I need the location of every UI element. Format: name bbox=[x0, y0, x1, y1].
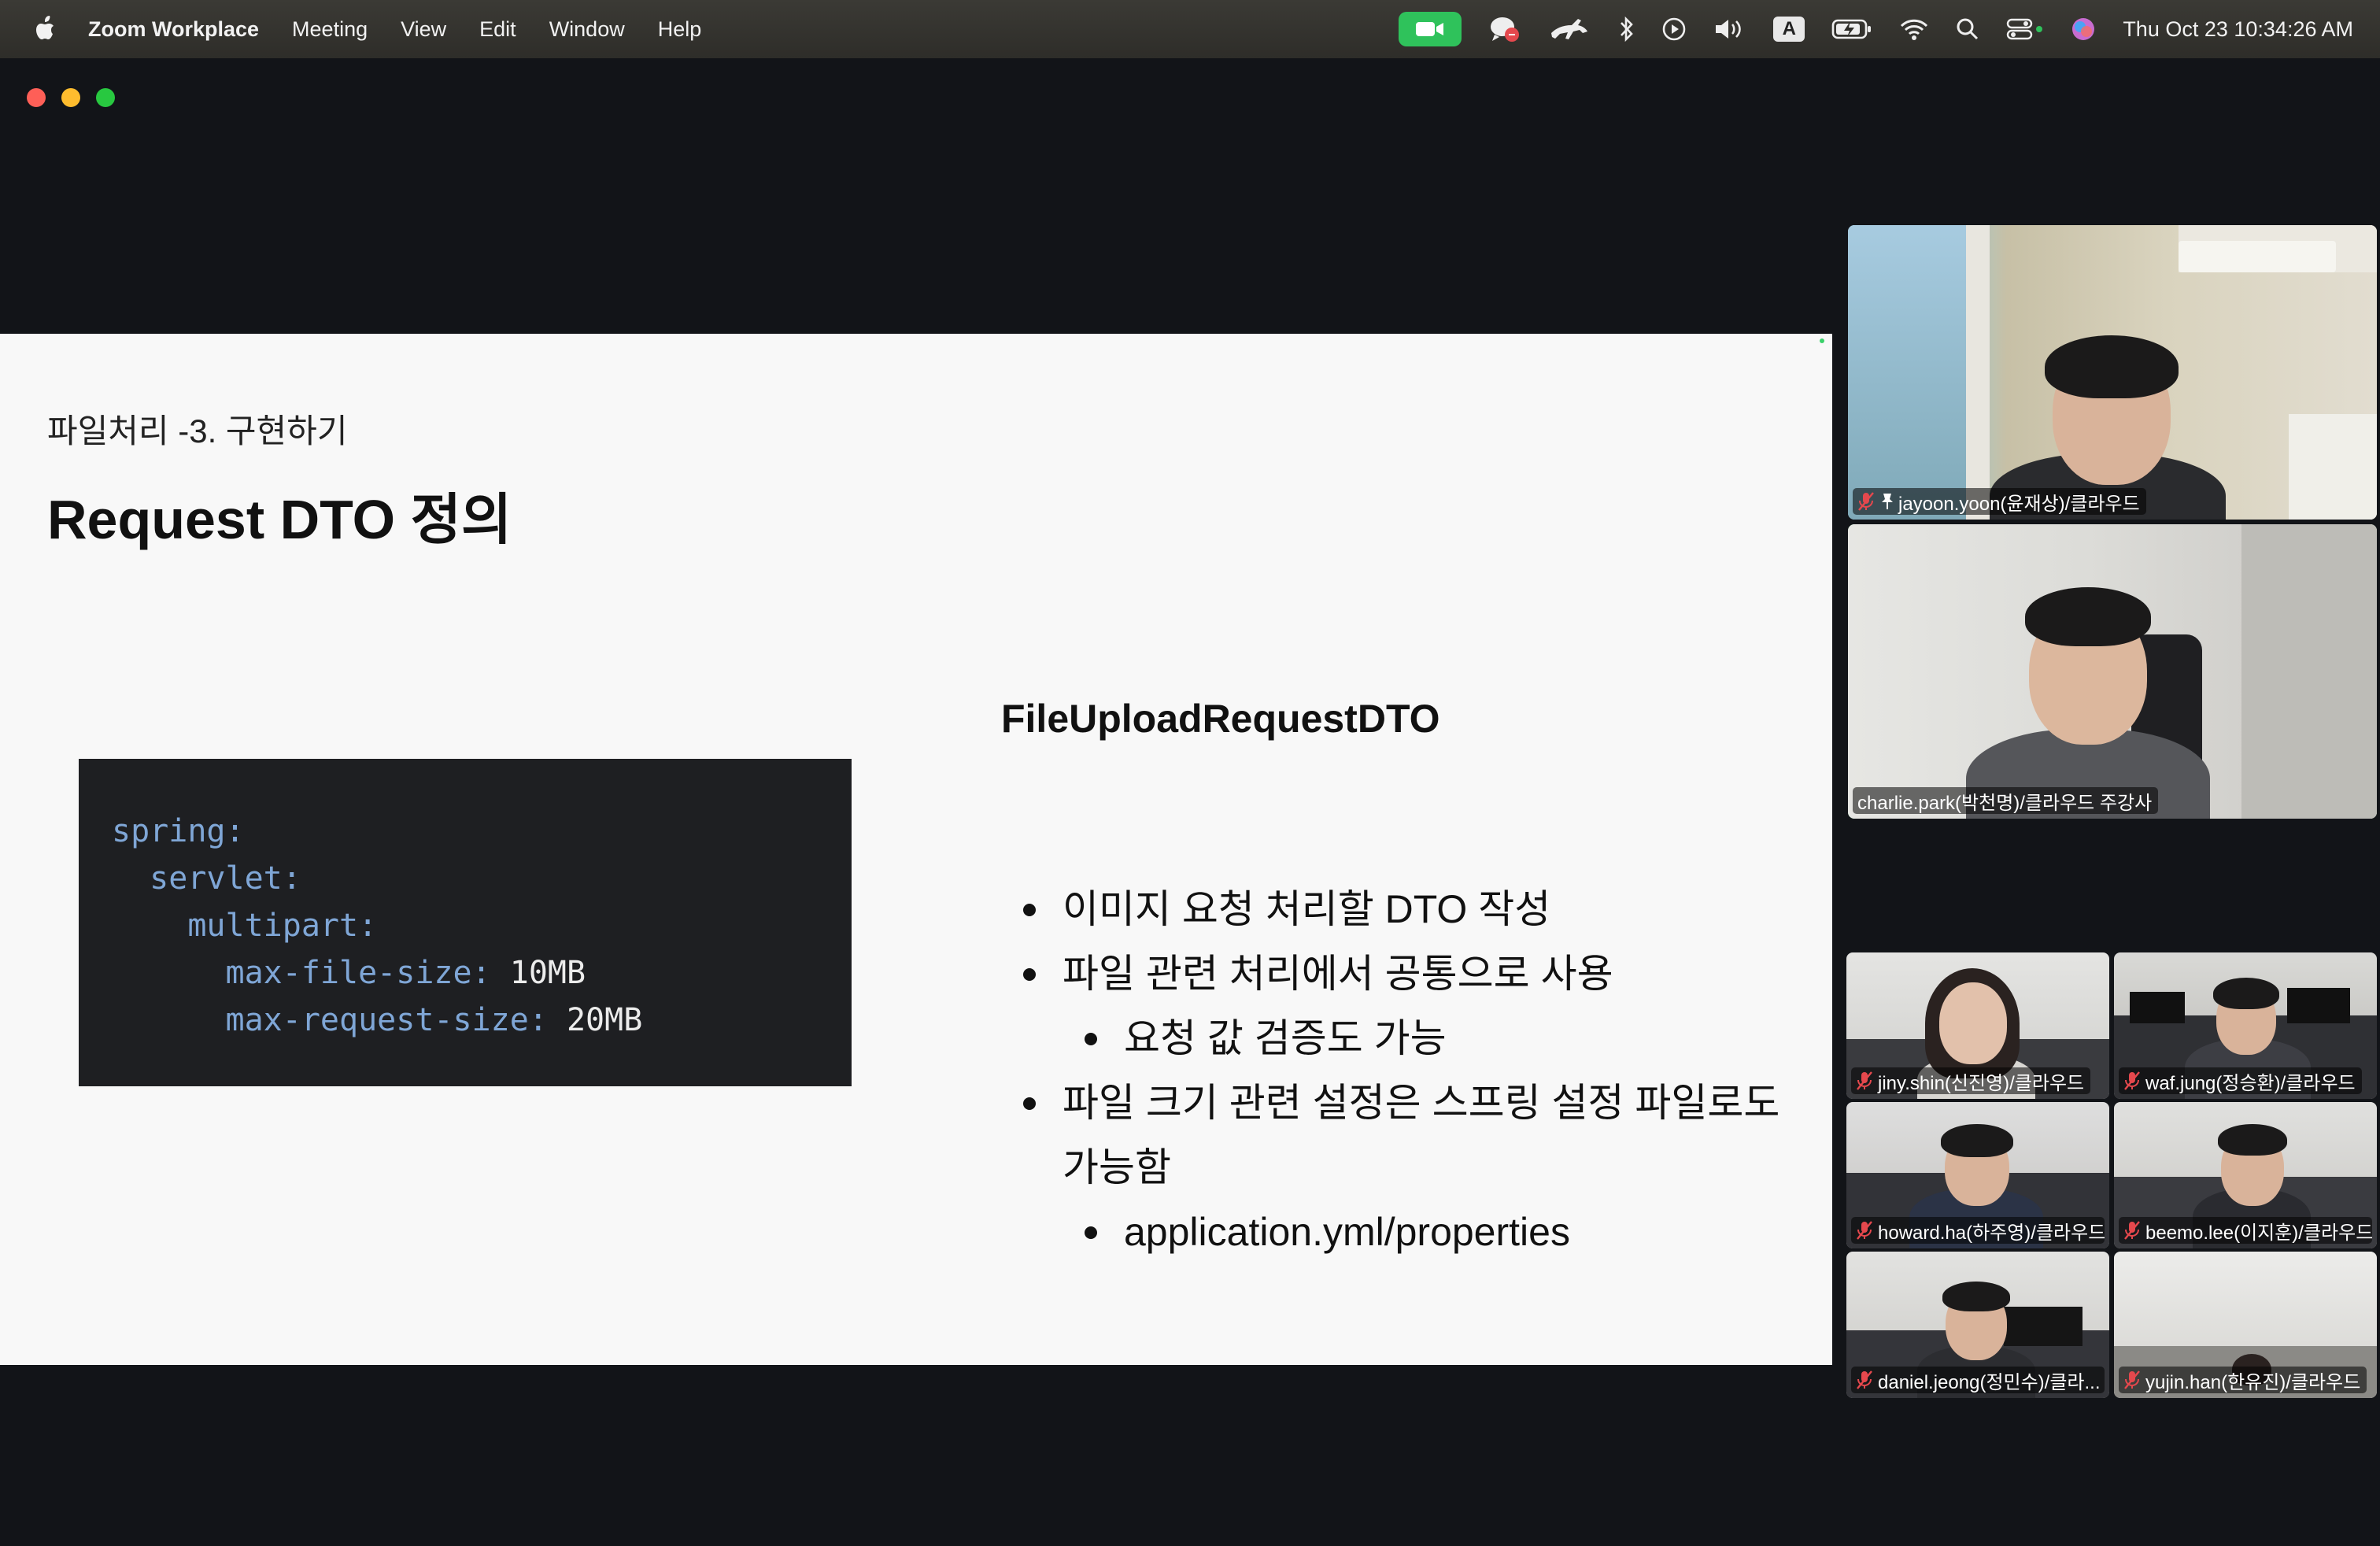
menu-help[interactable]: Help bbox=[658, 17, 702, 42]
menu-bar: Zoom Workplace Meeting View Edit Window … bbox=[0, 0, 2380, 58]
muted-mic-icon bbox=[2124, 1221, 2140, 1240]
code-line: max-request-size: 20MB bbox=[112, 1002, 643, 1038]
video-tile-pinned[interactable]: jayoon.yoon(윤재상)/클라우드 bbox=[1848, 225, 2377, 520]
video-tile-active-speaker[interactable]: charlie.park(박천명)/클라우드 주강사 bbox=[1848, 524, 2377, 819]
video-tile[interactable]: daniel.jeong(정민수)/클라... bbox=[1846, 1252, 2109, 1398]
bullet-item: 파일 관련 처리에서 공통으로 사용 bbox=[1023, 941, 1794, 1006]
muted-mic-icon bbox=[1857, 1221, 1872, 1240]
participant-name-tag: beemo.lee(이지훈)/클라우드 bbox=[2119, 1217, 2372, 1244]
participant-name: charlie.park(박천명)/클라우드 주강사 bbox=[1857, 792, 2153, 814]
slide-title: Request DTO 정의 bbox=[47, 489, 512, 550]
participant-name: jiny.shin(신진영)/클라우드 bbox=[1878, 1072, 2085, 1094]
slide-section-heading: FileUploadRequestDTO bbox=[1001, 697, 1440, 741]
share-indicator-dot bbox=[1820, 338, 1824, 343]
app-menu-zoom-workplace[interactable]: Zoom Workplace bbox=[88, 17, 259, 42]
participant-name-tag: jiny.shin(신진영)/클라우드 bbox=[1851, 1067, 2091, 1094]
bullet-continuation: 가능함 bbox=[1062, 1145, 1171, 1189]
participant-name: beemo.lee(이지훈)/클라우드 bbox=[2145, 1222, 2372, 1244]
chat-notification-icon[interactable] bbox=[1488, 14, 1521, 44]
muted-mic-icon bbox=[1857, 1370, 1872, 1389]
participant-name-tag: daniel.jeong(정민수)/클라... bbox=[1851, 1367, 2105, 1393]
slide-bullet-list: 이미지 요청 처리할 DTO 작성 파일 관련 처리에서 공통으로 사용 요청 … bbox=[1023, 877, 1794, 1264]
muted-mic-icon bbox=[1858, 492, 1874, 511]
participant-name: daniel.jeong(정민수)/클라... bbox=[1878, 1371, 2101, 1393]
participant-name: yujin.han(한유진)/클라우드 bbox=[2145, 1371, 2361, 1393]
participant-name: howard.ha(하주영)/클라우드 bbox=[1878, 1222, 2105, 1244]
pin-icon bbox=[1882, 494, 1893, 509]
zoom-meeting-status-icon[interactable] bbox=[1399, 12, 1462, 46]
wifi-icon[interactable] bbox=[1899, 17, 1929, 41]
menu-view[interactable]: View bbox=[401, 17, 446, 42]
video-tile[interactable]: waf.jung(정승환)/클라우드 bbox=[2114, 952, 2377, 1099]
menu-edit[interactable]: Edit bbox=[479, 17, 516, 42]
window-close-button[interactable] bbox=[27, 88, 46, 107]
muted-mic-icon bbox=[1857, 1071, 1872, 1090]
slide-subtitle: 파일처리 -3. 구현하기 bbox=[47, 412, 348, 449]
bullet-sub-item: 요청 값 검증도 가능 bbox=[1085, 1006, 1794, 1071]
code-line: spring: bbox=[112, 813, 245, 849]
apple-logo-icon[interactable] bbox=[30, 13, 61, 45]
video-tile[interactable]: howard.ha(하주영)/클라우드 bbox=[1846, 1102, 2109, 1248]
menu-window[interactable]: Window bbox=[549, 17, 625, 42]
participant-name: jayoon.yoon(윤재상)/클라우드 bbox=[1898, 493, 2140, 515]
control-center-icon[interactable] bbox=[2006, 17, 2044, 41]
spotlight-search-icon[interactable] bbox=[1956, 17, 1979, 41]
shared-screen-slide: 파일처리 -3. 구현하기 Request DTO 정의 spring: ser… bbox=[0, 334, 1832, 1365]
window-fullscreen-button[interactable] bbox=[96, 88, 115, 107]
menu-bar-clock[interactable]: Thu Oct 23 10:34:26 AM bbox=[2123, 17, 2353, 42]
participant-name-tag: waf.jung(정승환)/클라우드 bbox=[2119, 1067, 2362, 1094]
participant-name-tag: jayoon.yoon(윤재상)/클라우드 bbox=[1853, 488, 2146, 515]
volume-icon[interactable] bbox=[1713, 17, 1746, 42]
muted-mic-icon bbox=[2124, 1071, 2140, 1090]
menu-bar-extras: A Thu Oct 23 10:34:26 AM bbox=[1372, 0, 2353, 58]
participant-name: waf.jung(정승환)/클라우드 bbox=[2145, 1072, 2356, 1094]
bullet-item: 파일 크기 관련 설정은 스프링 설정 파일로도 bbox=[1023, 1071, 1794, 1135]
window-minimize-button[interactable] bbox=[61, 88, 80, 107]
siri-icon[interactable] bbox=[2071, 17, 2096, 42]
zoom-meeting-window: 파일처리 -3. 구현하기 Request DTO 정의 spring: ser… bbox=[0, 58, 2380, 1546]
now-playing-icon[interactable] bbox=[1661, 17, 1687, 42]
participant-name-tag: yujin.han(한유진)/클라우드 bbox=[2119, 1367, 2367, 1393]
bullet-sub-item: application.yml/properties bbox=[1085, 1200, 1794, 1264]
code-line: max-file-size: 10MB bbox=[112, 955, 586, 991]
code-line: servlet: bbox=[112, 860, 301, 897]
video-tile[interactable]: beemo.lee(이지훈)/클라우드 bbox=[2114, 1102, 2377, 1248]
menu-meeting[interactable]: Meeting bbox=[292, 17, 368, 42]
bullet-item: 이미지 요청 처리할 DTO 작성 bbox=[1023, 877, 1794, 941]
muted-mic-icon bbox=[2124, 1370, 2140, 1389]
code-snippet: spring: servlet: multipart: max-file-siz… bbox=[79, 759, 852, 1086]
animal-app-icon[interactable] bbox=[1548, 16, 1592, 43]
video-tile[interactable]: yujin.han(한유진)/클라우드 bbox=[2114, 1252, 2377, 1398]
bluetooth-icon[interactable] bbox=[1619, 16, 1635, 43]
code-line: multipart: bbox=[112, 908, 378, 944]
participant-name-tag: charlie.park(박천명)/클라우드 주강사 bbox=[1853, 787, 2159, 814]
battery-icon[interactable] bbox=[1831, 18, 1872, 40]
participant-name-tag: howard.ha(하주영)/클라우드 bbox=[1851, 1217, 2105, 1244]
video-tile[interactable]: jiny.shin(신진영)/클라우드 bbox=[1846, 952, 2109, 1099]
window-controls bbox=[27, 88, 131, 107]
input-source-indicator[interactable]: A bbox=[1773, 17, 1805, 42]
